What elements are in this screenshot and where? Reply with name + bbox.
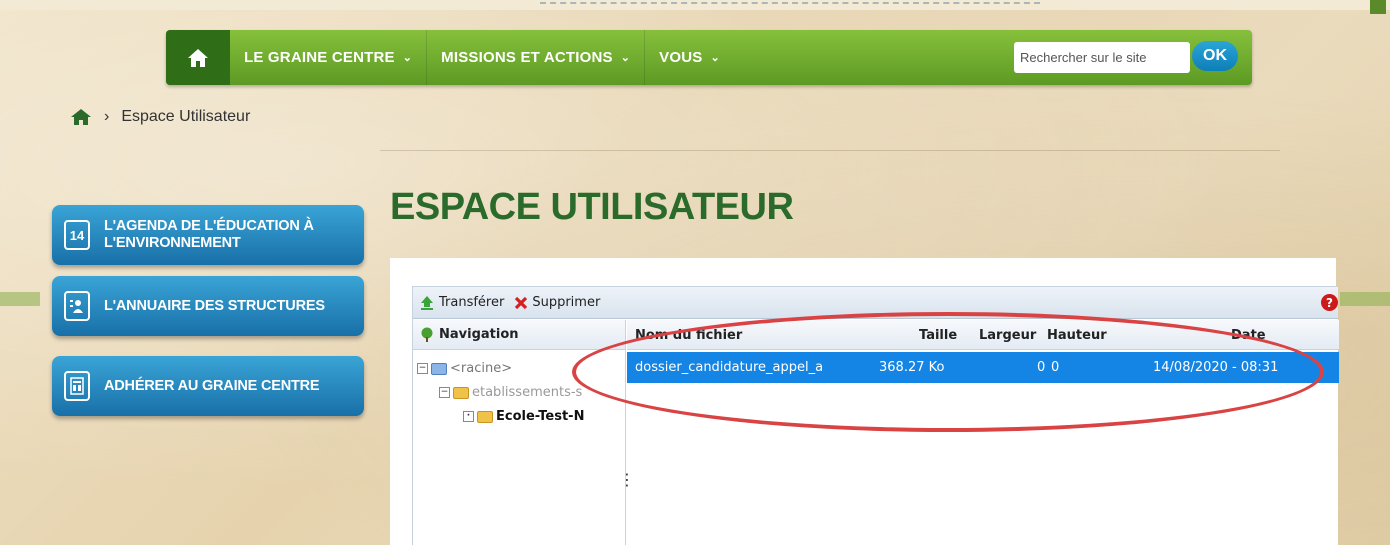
file-manager: Transférer Supprimer ? Navigation − <rac…	[412, 286, 1339, 545]
upload-arrow-icon	[421, 295, 433, 310]
navigation-header: Navigation	[413, 320, 625, 350]
delete-button[interactable]: Supprimer	[514, 295, 600, 310]
content-panel: Transférer Supprimer ? Navigation − <rac…	[390, 258, 1339, 545]
delete-x-icon	[515, 296, 528, 309]
folder-icon	[431, 362, 447, 375]
tree-node-etablissements[interactable]: − etablissements-s	[439, 385, 582, 400]
divider	[380, 150, 1280, 151]
sidebar-label-line: L'ENVIRONNEMENT	[104, 235, 241, 251]
file-width: 0	[1037, 360, 1046, 375]
sidebar-item-label: L'AGENDA DE L'ÉDUCATION À L'ENVIRONNEMEN…	[104, 218, 314, 252]
calendar-icon: 14	[64, 220, 90, 250]
file-manager-toolbar: Transférer Supprimer ?	[413, 287, 1338, 319]
sidebar-item-label: L'ANNUAIRE DES STRUCTURES	[104, 297, 325, 314]
nav-item-graine-centre[interactable]: LE GRAINE CENTRE ⌄	[230, 30, 428, 85]
home-icon	[188, 48, 208, 67]
file-list-pane: Nom du fichier Taille Largeur Hauteur Da…	[627, 320, 1339, 545]
node-toggle-icon[interactable]: ·	[463, 411, 474, 422]
breadcrumb-separator: ›	[104, 108, 110, 125]
contacts-book-icon	[64, 291, 90, 321]
breadcrumb: › Espace Utilisateur	[70, 107, 250, 127]
sidebar-item-annuaire[interactable]: L'ANNUAIRE DES STRUCTURES	[52, 276, 364, 336]
sidebar-item-adherer[interactable]: ADHÉRER AU GRAINE CENTRE	[52, 356, 364, 416]
search-input[interactable]: Rechercher sur le site	[1014, 42, 1190, 73]
file-list-header: Nom du fichier Taille Largeur Hauteur Da…	[627, 320, 1339, 350]
main-navbar: LE GRAINE CENTRE ⌄ MISSIONS ET ACTIONS ⌄…	[166, 30, 1252, 85]
tree-node-label: Ecole-Test-N	[496, 409, 585, 424]
nav-item-missions-actions[interactable]: MISSIONS ET ACTIONS ⌄	[427, 30, 646, 85]
column-header-size[interactable]: Taille	[919, 328, 957, 343]
tree-node-label: etablissements-s	[472, 385, 583, 400]
nav-item-label: VOUS	[659, 49, 703, 66]
decorative-line	[540, 2, 1040, 10]
tree-node-ecole[interactable]: · Ecole-Test-N	[463, 409, 584, 424]
navigation-title: Navigation	[439, 327, 519, 342]
sidebar-item-label: ADHÉRER AU GRAINE CENTRE	[104, 377, 320, 394]
right-edge	[1390, 0, 1396, 545]
form-document-icon	[64, 371, 90, 401]
navigation-tree-pane: Navigation − <racine> − etablissements-s…	[413, 320, 635, 545]
file-row[interactable]: dossier_candidature_appel_a 368.27 Ko 0 …	[627, 352, 1339, 383]
page-title: ESPACE UTILISATEUR	[390, 186, 794, 228]
column-header-name[interactable]: Nom du fichier	[635, 328, 742, 343]
sidebar-label-line: L'AGENDA DE L'ÉDUCATION À	[104, 218, 314, 234]
chevron-down-icon: ⌄	[620, 52, 631, 64]
upload-button[interactable]: Transférer	[419, 295, 504, 311]
corner-mark	[1370, 0, 1386, 14]
column-header-date[interactable]: Date	[1231, 328, 1266, 343]
file-name: dossier_candidature_appel_a	[635, 360, 824, 375]
search-placeholder: Rechercher sur le site	[1020, 50, 1147, 65]
green-band-left	[0, 292, 40, 306]
file-date: 14/08/2020 - 08:31	[1153, 360, 1279, 375]
nav-home-button[interactable]	[166, 30, 230, 85]
nav-item-label: MISSIONS ET ACTIONS	[441, 49, 613, 66]
help-icon[interactable]: ?	[1321, 294, 1338, 311]
folder-icon	[477, 410, 493, 423]
chevron-down-icon: ⌄	[402, 52, 413, 64]
tree-node-label: <racine>	[450, 361, 513, 376]
column-header-width[interactable]: Largeur	[979, 328, 1036, 343]
folder-icon	[453, 386, 469, 399]
search-ok-button[interactable]: OK	[1192, 41, 1238, 71]
column-header-height[interactable]: Hauteur	[1047, 328, 1107, 343]
breadcrumb-current: Espace Utilisateur	[121, 108, 251, 125]
collapse-toggle-icon[interactable]: −	[439, 387, 450, 398]
tree-node-root[interactable]: − <racine>	[417, 361, 512, 376]
collapse-toggle-icon[interactable]: −	[417, 363, 428, 374]
file-size: 368.27 Ko	[879, 360, 945, 375]
upload-label: Transférer	[439, 295, 505, 310]
green-band-right	[1340, 292, 1390, 306]
chevron-down-icon: ⌄	[710, 52, 720, 64]
nav-item-vous[interactable]: VOUS ⌄	[645, 30, 734, 85]
nav-item-label: LE GRAINE CENTRE	[244, 49, 395, 66]
file-height: 0	[1051, 360, 1060, 375]
home-icon[interactable]	[70, 108, 92, 126]
delete-label: Supprimer	[532, 295, 601, 310]
sidebar-item-agenda[interactable]: 14 L'AGENDA DE L'ÉDUCATION À L'ENVIRONNE…	[52, 205, 364, 265]
tree-icon	[421, 327, 433, 342]
